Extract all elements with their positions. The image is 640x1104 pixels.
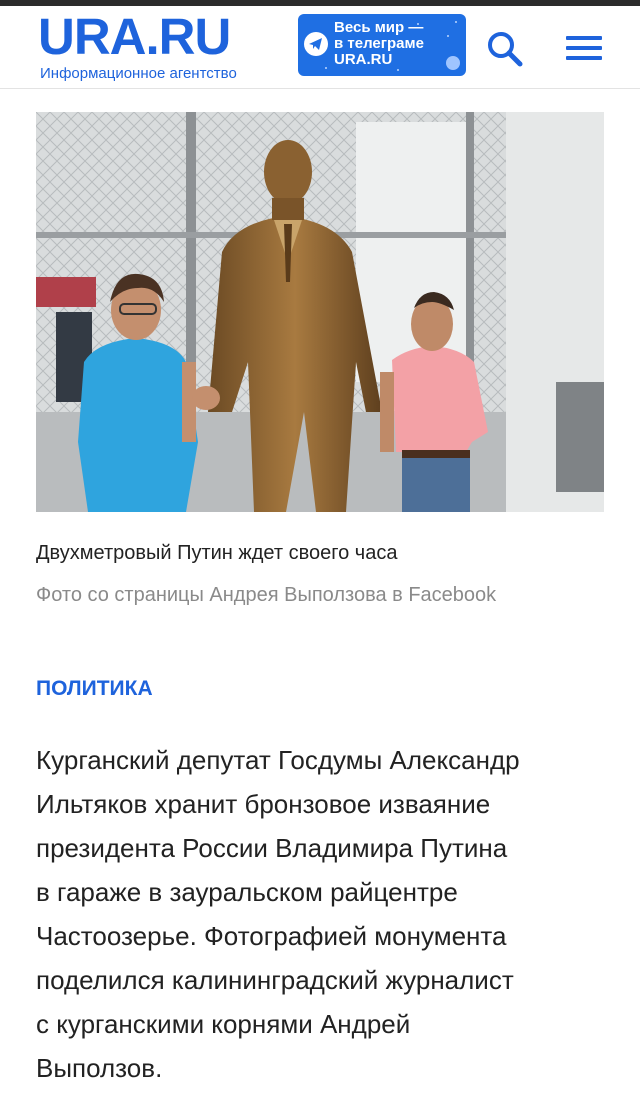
- article-photo[interactable]: [36, 112, 604, 512]
- photo-caption: Двухметровый Путин ждет своего часа: [36, 542, 398, 564]
- lead-line: президента России Владимира Путина: [36, 833, 508, 863]
- lead-line: с курганскими корнями Андрей: [36, 1009, 411, 1039]
- lead-line: в гараже в зауральском райцентре: [36, 877, 458, 907]
- statue-photo-illustration: [36, 112, 604, 512]
- banner-line: URA.RU: [334, 51, 393, 68]
- telegram-logo-icon: [304, 32, 328, 56]
- lead-line: поделился калининградский журналист: [36, 965, 514, 995]
- photo-credit: Фото со страницы Андрея Выползова в Face…: [36, 584, 497, 606]
- lead-line: Частоозерье. Фотографией монумента: [36, 921, 507, 951]
- telegram-badge-icon: [446, 56, 460, 70]
- telegram-promo-banner[interactable]: Весь мир — в телеграме URA.RU: [298, 14, 466, 76]
- category-link-politics[interactable]: ПОЛИТИКА: [36, 676, 153, 702]
- lead-line: Выползов.: [36, 1053, 163, 1083]
- lead-line: Курганский депутат Госдумы Александр: [36, 745, 520, 775]
- site-header: URA.RU Информационное агентство Весь мир…: [0, 6, 640, 89]
- banner-line: Весь мир —: [334, 19, 424, 36]
- article-lead-paragraph: Курганский депутат Госдумы Александр Иль…: [36, 738, 616, 1090]
- banner-line: в телеграме: [334, 35, 424, 52]
- menu-button[interactable]: [562, 30, 606, 68]
- telegram-banner-text: Весь мир — в телеграме URA.RU: [334, 20, 462, 68]
- site-logo[interactable]: URA.RU Информационное агентство: [36, 8, 286, 83]
- search-button[interactable]: [484, 28, 526, 70]
- hamburger-menu-icon: [566, 36, 602, 60]
- search-icon: [488, 32, 523, 67]
- logo-wordmark: URA.RU: [38, 8, 231, 65]
- lead-line: Ильтяков хранит бронзовое изваяние: [36, 789, 491, 819]
- logo-tagline: Информационное агентство: [40, 65, 237, 82]
